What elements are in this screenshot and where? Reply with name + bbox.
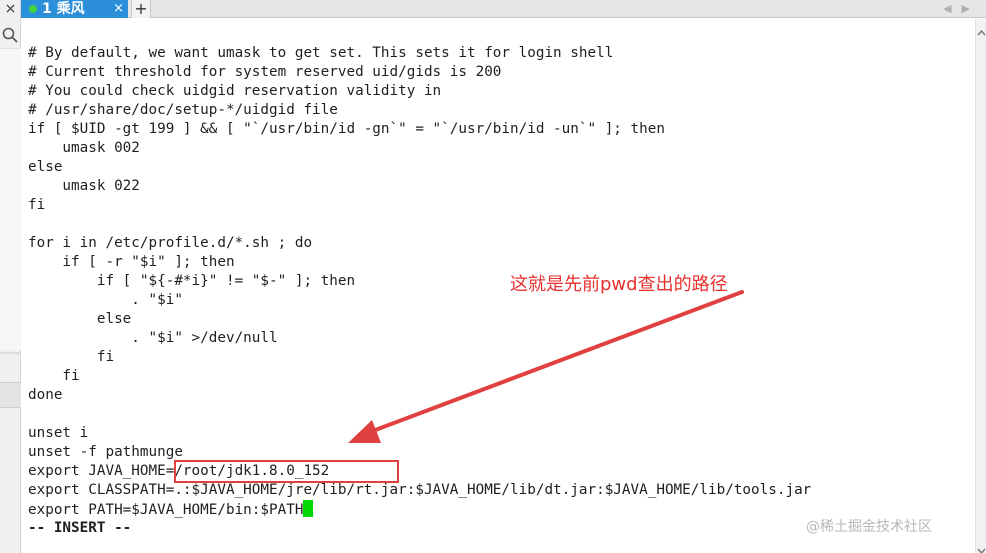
close-icon[interactable]: × xyxy=(113,0,124,18)
tab-bar: 1 乘风 × + ◀ ▶ xyxy=(21,0,986,18)
terminal-editor[interactable]: # By default, we want umask to get set. … xyxy=(21,19,975,553)
code-line: # /usr/share/doc/setup-*/uidgid file xyxy=(28,102,338,118)
code-line: unset -f pathmunge xyxy=(28,444,183,460)
tab-scroll-right-icon[interactable]: ▶ xyxy=(962,0,970,18)
sidebar-panel-top xyxy=(0,48,21,350)
search-icon[interactable] xyxy=(1,26,19,44)
code-line: if [ -r "$i" ]; then xyxy=(28,254,235,270)
code-line: # You could check uidgid reservation val… xyxy=(28,83,442,99)
tab-session-1[interactable]: 1 乘风 × xyxy=(21,0,128,18)
close-sidebar-icon[interactable]: × xyxy=(0,0,21,18)
vim-buffer[interactable]: # By default, we want umask to get set. … xyxy=(28,44,973,538)
tab-scroll-left-icon[interactable]: ◀ xyxy=(943,0,951,18)
code-line-text: export PATH=$JAVA_HOME/bin:$PATH xyxy=(28,502,304,518)
code-line: fi xyxy=(28,368,80,384)
code-line: done xyxy=(28,387,63,403)
code-line: fi xyxy=(28,197,46,213)
code-line: else xyxy=(28,159,63,175)
path-highlight-box xyxy=(174,460,399,483)
code-line: unset i xyxy=(28,425,89,441)
sidebar-divider[interactable] xyxy=(0,352,21,354)
code-line: if [ "${-#*i}" != "$-" ]; then xyxy=(28,273,356,289)
code-line: if [ $UID -gt 199 ] && [ "`/usr/bin/id -… xyxy=(28,121,665,137)
sidebar-selected-item[interactable] xyxy=(0,382,21,408)
code-line: . "$i" xyxy=(28,292,183,308)
java-home-line: export JAVA_HOME=/root/jdk1.8.0_152 xyxy=(28,463,330,479)
code-line: umask 002 xyxy=(28,140,140,156)
code-line: for i in /etc/profile.d/*.sh ; do xyxy=(28,235,313,251)
vertical-scrollbar[interactable] xyxy=(975,19,986,553)
code-line: # Current threshold for system reserved … xyxy=(28,64,502,80)
code-line: . "$i" >/dev/null xyxy=(28,330,278,346)
code-line: umask 022 xyxy=(28,178,140,194)
plus-icon[interactable]: + xyxy=(131,0,151,18)
code-line: # By default, we want umask to get set. … xyxy=(28,45,614,61)
text-cursor xyxy=(303,500,314,517)
tab-scroll-controls: ◀ ▶ xyxy=(943,0,970,18)
code-line: fi xyxy=(28,349,115,365)
session-sidebar: × xyxy=(0,0,21,553)
code-line: else xyxy=(28,311,132,327)
tab-label: 1 乘风 xyxy=(42,1,85,17)
chevron-down-icon[interactable] xyxy=(976,541,986,553)
code-line: export CLASSPATH=.:$JAVA_HOME/jre/lib/rt… xyxy=(28,482,812,498)
connected-status-dot xyxy=(29,5,37,13)
chevron-up-icon[interactable] xyxy=(976,23,986,36)
annotation-label: 这就是先前pwd查出的路径 xyxy=(510,274,728,295)
watermark: @稀土掘金技术社区 xyxy=(806,519,932,535)
